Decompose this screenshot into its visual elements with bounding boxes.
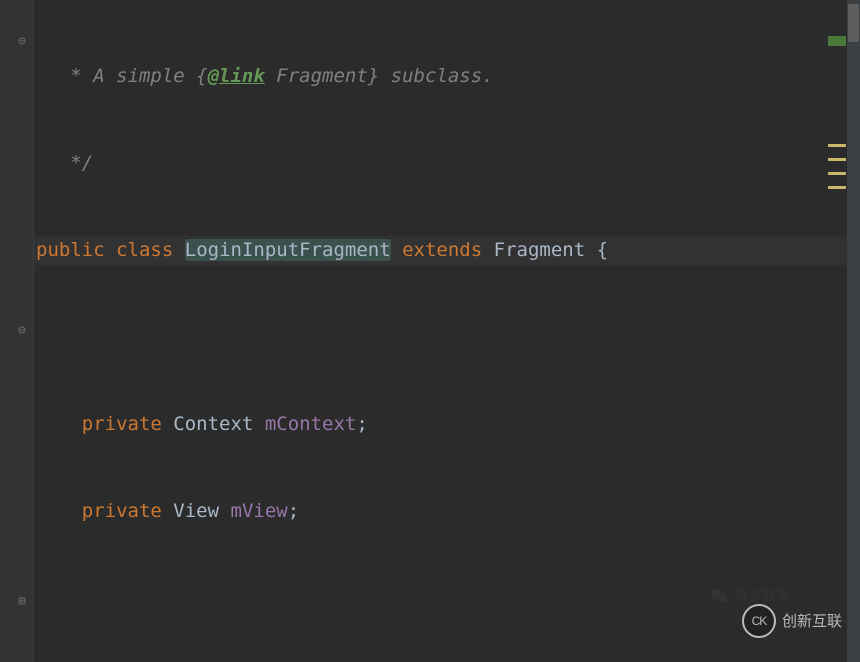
code-area[interactable]: * A simple {@link Fragment} subclass. */… — [34, 0, 847, 662]
warning-marker[interactable] — [828, 158, 846, 161]
code-line: private View mView; — [34, 497, 847, 526]
fold-icon[interactable]: ⊖ — [18, 325, 30, 337]
warning-marker[interactable] — [828, 186, 846, 189]
change-marker — [828, 36, 846, 46]
vertical-scrollbar[interactable] — [847, 0, 860, 662]
gutter: ⊖ ⊖ ⊞ — [0, 0, 34, 662]
code-line: private Context mContext; — [34, 410, 847, 439]
brand-logo-icon: CK — [742, 604, 776, 638]
wechat-icon — [708, 585, 730, 607]
code-line: public class LoginInputFragment extends … — [34, 236, 847, 265]
brand-text: 创新互联 — [782, 607, 842, 636]
code-line — [34, 323, 847, 352]
code-line: * A simple {@link Fragment} subclass. — [34, 62, 847, 91]
warning-marker[interactable] — [828, 172, 846, 175]
warning-marker[interactable] — [828, 144, 846, 147]
code-line: */ — [34, 149, 847, 178]
expand-icon[interactable]: ⊞ — [18, 596, 30, 608]
scroll-thumb[interactable] — [848, 4, 859, 42]
code-editor[interactable]: ⊖ ⊖ ⊞ * A simple {@link Fragment} subcla… — [0, 0, 847, 662]
brand-watermark: CK 创新互联 — [742, 604, 842, 638]
fold-icon[interactable]: ⊖ — [18, 36, 30, 48]
